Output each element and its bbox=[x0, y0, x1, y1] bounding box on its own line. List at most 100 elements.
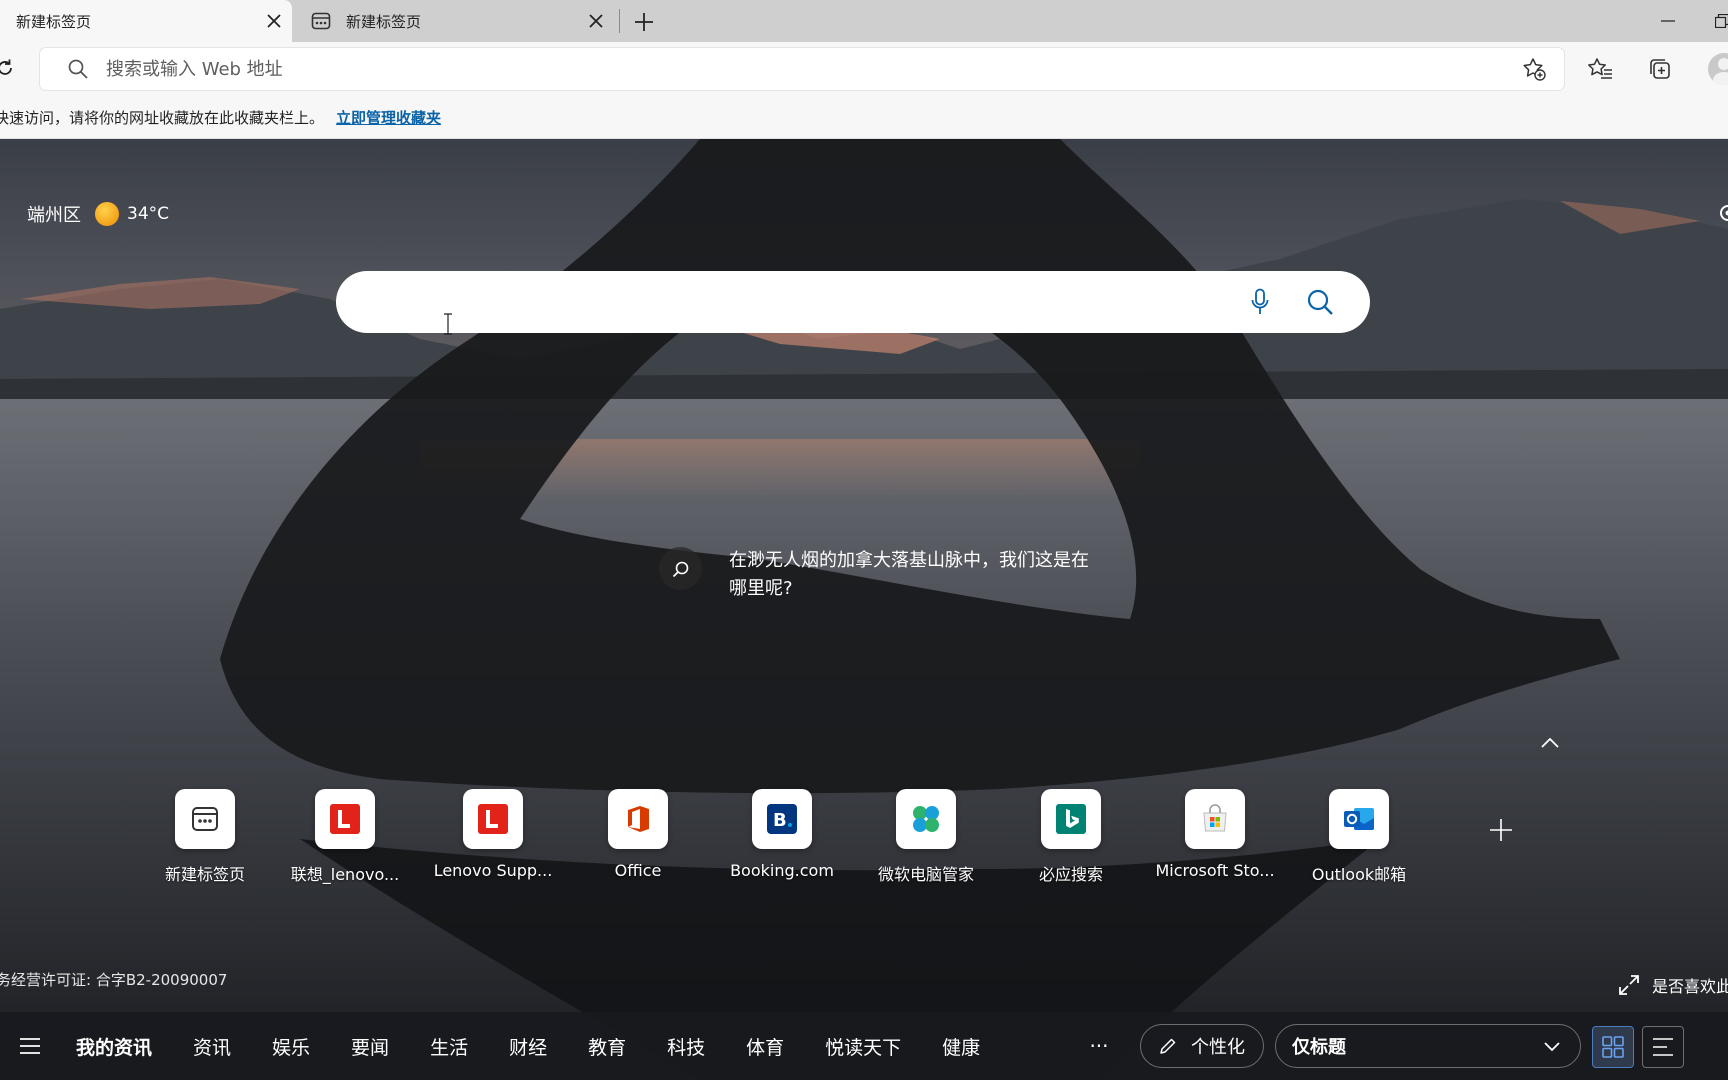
favorites-bar: 快速访问，请将你的网址收藏放在此收藏夹栏上。 立即管理收藏夹 bbox=[0, 96, 1728, 139]
expand-icon bbox=[1619, 975, 1639, 995]
page-search-box bbox=[336, 271, 1370, 333]
microsoft-store-icon bbox=[1185, 789, 1245, 849]
text-cursor-icon bbox=[444, 313, 452, 335]
restore-icon bbox=[1715, 14, 1728, 28]
profile-avatar[interactable] bbox=[1708, 53, 1728, 85]
new-tab-page-icon bbox=[175, 789, 235, 849]
quick-link-booking[interactable]: B Booking.com bbox=[717, 789, 847, 880]
personalize-label: 个性化 bbox=[1191, 1037, 1245, 1058]
feedback-label: 是否喜欢此 bbox=[1652, 977, 1728, 996]
bing-icon bbox=[1041, 789, 1101, 849]
quick-link-pc-manager[interactable]: 微软电脑管家 bbox=[861, 789, 991, 885]
chevron-up-icon bbox=[1541, 738, 1559, 748]
quick-link-bing[interactable]: 必应搜索 bbox=[1006, 789, 1136, 885]
plus-icon bbox=[635, 13, 653, 31]
tab-label: 新建标签页 bbox=[16, 12, 92, 31]
lenovo-icon bbox=[315, 789, 375, 849]
news-navigation-bar: 我的资讯 资讯 娱乐 要闻 生活 财经 教育 科技 体育 悦读天下 健康 ···… bbox=[0, 1012, 1728, 1080]
image-search-icon[interactable] bbox=[659, 547, 702, 590]
personalize-button[interactable]: 个性化 bbox=[1140, 1024, 1264, 1068]
search-icon bbox=[58, 59, 98, 79]
quick-link-microsoft-store[interactable]: Microsoft Sto... bbox=[1150, 789, 1280, 880]
refresh-icon bbox=[0, 59, 12, 75]
weather-widget[interactable]: 端州区 34°C bbox=[27, 201, 169, 227]
tab-divider bbox=[619, 9, 620, 33]
add-to-favorites-button[interactable] bbox=[1512, 51, 1556, 87]
address-bar bbox=[40, 48, 1564, 90]
quick-link-outlook[interactable]: Outlook邮箱 bbox=[1294, 789, 1424, 885]
news-nav-life[interactable]: 生活 bbox=[430, 1033, 468, 1060]
tab-close-icon[interactable] bbox=[578, 3, 614, 39]
quick-link-new-tab[interactable]: 新建标签页 bbox=[140, 789, 270, 885]
quick-link-label: 新建标签页 bbox=[164, 865, 245, 884]
favorites-icon bbox=[1588, 58, 1612, 79]
weather-temperature: 34°C bbox=[127, 204, 170, 224]
grid-view-button[interactable] bbox=[1592, 1026, 1634, 1068]
news-nav-my-feed[interactable]: 我的资讯 bbox=[76, 1033, 152, 1060]
microphone-icon bbox=[1251, 288, 1269, 314]
license-text: 务经营许可证: 合字B2-20090007 bbox=[0, 971, 228, 989]
pencil-icon bbox=[1160, 1038, 1176, 1054]
news-nav-tech[interactable]: 科技 bbox=[667, 1033, 705, 1060]
page-search-input[interactable] bbox=[336, 271, 1238, 333]
tab-label: 新建标签页 bbox=[346, 12, 422, 31]
favorites-button[interactable] bbox=[1581, 51, 1619, 87]
grid-view-icon bbox=[1602, 1036, 1624, 1058]
tab-new-tab[interactable]: 新建标签页 bbox=[296, 0, 614, 42]
quick-link-office[interactable]: Office bbox=[573, 789, 703, 880]
news-nav-headlines[interactable]: 要闻 bbox=[351, 1033, 389, 1060]
new-tab-button[interactable] bbox=[626, 4, 662, 40]
quick-link-lenovo[interactable]: 联想_lenovo... bbox=[280, 789, 410, 885]
news-menu-button[interactable] bbox=[16, 1034, 44, 1058]
image-caption[interactable]: 在渺无人烟的加拿大落基山脉中，我们这是在哪里呢? bbox=[729, 547, 1089, 603]
list-view-icon bbox=[1653, 1038, 1673, 1056]
news-nav-education[interactable]: 教育 bbox=[588, 1033, 626, 1060]
news-nav-news[interactable]: 资讯 bbox=[193, 1033, 231, 1060]
tab-new-tab-active[interactable]: 新建标签页 bbox=[0, 0, 292, 42]
search-submit-button[interactable] bbox=[1298, 280, 1342, 324]
refresh-button[interactable] bbox=[0, 50, 20, 86]
voice-search-button[interactable] bbox=[1238, 280, 1282, 324]
content-layout-select[interactable]: 仅标题 bbox=[1275, 1024, 1581, 1068]
minimize-button[interactable] bbox=[1648, 6, 1688, 36]
quick-links: 新建标签页 联想_lenovo... Lenovo Supp... Office… bbox=[0, 789, 1600, 909]
manage-favorites-link[interactable]: 立即管理收藏夹 bbox=[336, 107, 441, 128]
search-icon bbox=[1307, 289, 1333, 315]
feedback-button[interactable]: 是否喜欢此 bbox=[1618, 973, 1728, 997]
chevron-down-icon bbox=[1544, 1042, 1560, 1052]
hamburger-menu-icon bbox=[20, 1038, 40, 1054]
favorites-bar-message: 快速访问，请将你的网址收藏放在此收藏夹栏上。 bbox=[0, 108, 325, 127]
quick-link-label: Microsoft Sto... bbox=[1155, 861, 1275, 880]
tab-close-icon[interactable] bbox=[256, 3, 292, 39]
news-nav-entertainment[interactable]: 娱乐 bbox=[272, 1033, 310, 1060]
svg-text:B: B bbox=[773, 810, 787, 831]
list-view-button[interactable] bbox=[1642, 1026, 1684, 1068]
news-nav-health[interactable]: 健康 bbox=[942, 1033, 980, 1060]
restore-button[interactable] bbox=[1712, 6, 1728, 36]
news-nav-more-button[interactable]: ··· bbox=[1084, 1032, 1114, 1060]
add-quick-link-button[interactable] bbox=[1486, 815, 1516, 845]
quick-link-label: Lenovo Supp... bbox=[433, 861, 553, 880]
weather-location: 端州区 bbox=[27, 205, 81, 226]
new-tab-page: 端州区 34°C 在渺无人烟的加拿大落基山脉中，我们这是在哪里呢? 新建标签页 bbox=[0, 139, 1728, 1080]
sunny-weather-icon bbox=[95, 202, 119, 226]
star-add-icon bbox=[1523, 58, 1546, 81]
lenovo-support-icon bbox=[463, 789, 523, 849]
collapse-button[interactable] bbox=[1536, 729, 1564, 757]
news-nav-finance[interactable]: 财经 bbox=[509, 1033, 547, 1060]
browser-toolbar bbox=[0, 42, 1728, 96]
image-info[interactable]: 在渺无人烟的加拿大落基山脉中，我们这是在哪里呢? bbox=[659, 547, 1089, 603]
news-nav-reading[interactable]: 悦读天下 bbox=[825, 1033, 901, 1060]
tab-strip: 新建标签页 新建标签页 bbox=[0, 0, 1728, 42]
collections-button[interactable] bbox=[1641, 51, 1679, 87]
news-nav-items: 我的资讯 资讯 娱乐 要闻 生活 财经 教育 科技 体育 悦读天下 健康 bbox=[76, 1012, 1021, 1080]
page-settings-gear-icon[interactable] bbox=[1716, 201, 1728, 225]
quick-link-label: 微软电脑管家 bbox=[877, 865, 974, 884]
plus-icon bbox=[1490, 819, 1512, 841]
address-input[interactable] bbox=[98, 58, 1512, 80]
quick-link-label: Office bbox=[614, 861, 662, 880]
new-tab-favicon-icon bbox=[310, 10, 332, 32]
content-layout-value: 仅标题 bbox=[1292, 1037, 1346, 1058]
news-nav-sports[interactable]: 体育 bbox=[746, 1033, 784, 1060]
quick-link-lenovo-support[interactable]: Lenovo Supp... bbox=[428, 789, 558, 880]
